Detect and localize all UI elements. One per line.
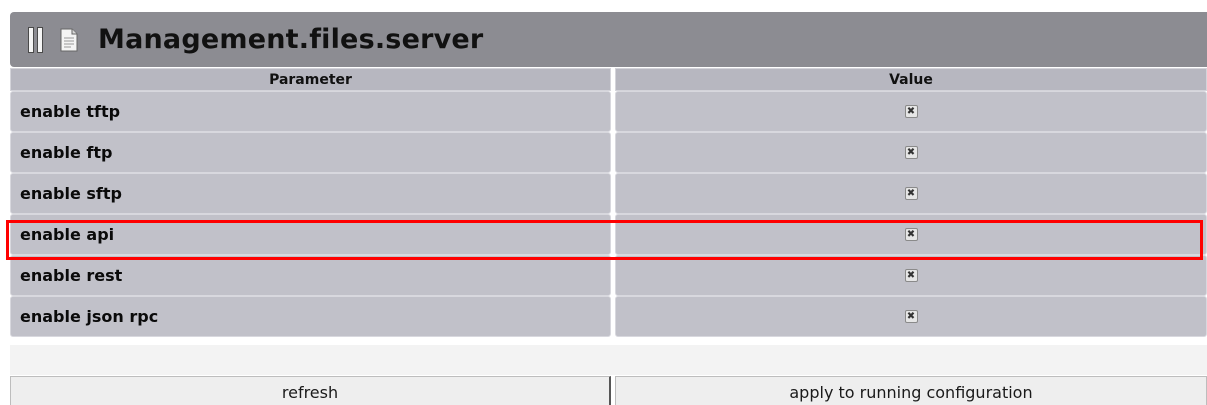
value-cell: ✖ [615, 296, 1207, 337]
apply-config-button[interactable]: apply to running configuration [615, 376, 1207, 405]
checkbox[interactable]: ✖ [904, 310, 918, 323]
document-icon [60, 28, 78, 51]
checkbox[interactable]: ✖ [904, 105, 918, 118]
parameter-table: Parameter Value enable tftp ✖ enable ftp… [10, 68, 1207, 337]
table-header: Parameter Value [10, 68, 1207, 91]
parameter-label: enable tftp [10, 91, 611, 132]
value-cell: ✖ [615, 255, 1207, 296]
table-row: enable api ✖ [10, 214, 1207, 255]
checkbox[interactable]: ✖ [904, 269, 918, 282]
title-bar: Management.files.server [10, 12, 1207, 67]
value-cell: ✖ [615, 173, 1207, 214]
parameter-label: enable sftp [10, 173, 611, 214]
refresh-button[interactable]: refresh [10, 376, 611, 405]
parameter-label: enable api [10, 214, 611, 255]
column-header-parameter[interactable]: Parameter [10, 68, 611, 91]
table-row: enable rest ✖ [10, 255, 1207, 296]
table-row: enable json rpc ✖ [10, 296, 1207, 337]
value-cell: ✖ [615, 91, 1207, 132]
table-row: enable sftp ✖ [10, 173, 1207, 214]
checkbox[interactable]: ✖ [904, 146, 918, 159]
checkbox[interactable]: ✖ [904, 228, 918, 241]
action-bar: refresh apply to running configuration [10, 376, 1207, 405]
pane-toggle-icon[interactable] [28, 26, 44, 53]
value-cell: ✖ [615, 214, 1207, 255]
management-window: Management.files.server Parameter Value … [0, 0, 1207, 405]
footer-spacer [10, 345, 1207, 375]
page-title: Management.files.server [98, 24, 484, 55]
table-row: enable tftp ✖ [10, 91, 1207, 132]
parameter-label: enable rest [10, 255, 611, 296]
parameter-label: enable json rpc [10, 296, 611, 337]
table-row: enable ftp ✖ [10, 132, 1207, 173]
column-header-value[interactable]: Value [615, 68, 1207, 91]
parameter-label: enable ftp [10, 132, 611, 173]
value-cell: ✖ [615, 132, 1207, 173]
checkbox[interactable]: ✖ [904, 187, 918, 200]
